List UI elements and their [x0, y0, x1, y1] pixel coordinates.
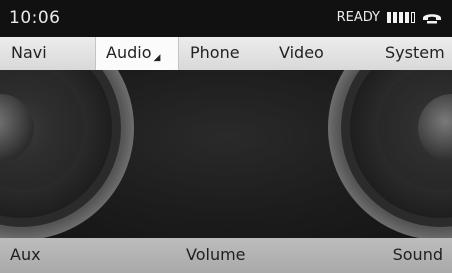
ready-status: READY: [336, 10, 380, 25]
menu-item-system[interactable]: System: [385, 37, 445, 70]
submenu-caret-icon: ◢: [153, 53, 161, 63]
clock: 10:06: [9, 8, 61, 28]
menu-item-audio[interactable]: Audio ◢: [95, 37, 179, 70]
menu-item-video[interactable]: Video: [279, 37, 324, 70]
volume-button[interactable]: Volume: [186, 238, 246, 272]
right-speaker-graphic: [328, 70, 452, 238]
speakers-icon: [0, 70, 452, 238]
menu-item-navi[interactable]: Navi: [11, 37, 47, 70]
audio-main-area: [0, 70, 452, 238]
menu-item-phone[interactable]: Phone: [190, 37, 240, 70]
status-indicators: READY: [337, 10, 442, 25]
left-speaker-graphic: [0, 70, 134, 238]
status-bar: 10:06 READY: [0, 0, 452, 37]
signal-strength-icon: [387, 12, 415, 23]
main-menu-bar: Navi Audio ◢ Phone Video System: [0, 37, 452, 71]
aux-button[interactable]: Aux: [10, 238, 41, 272]
bottom-softkey-bar: Aux Volume Sound: [0, 238, 452, 273]
phone-handset-icon: [422, 12, 442, 24]
sound-button[interactable]: Sound: [393, 238, 443, 272]
